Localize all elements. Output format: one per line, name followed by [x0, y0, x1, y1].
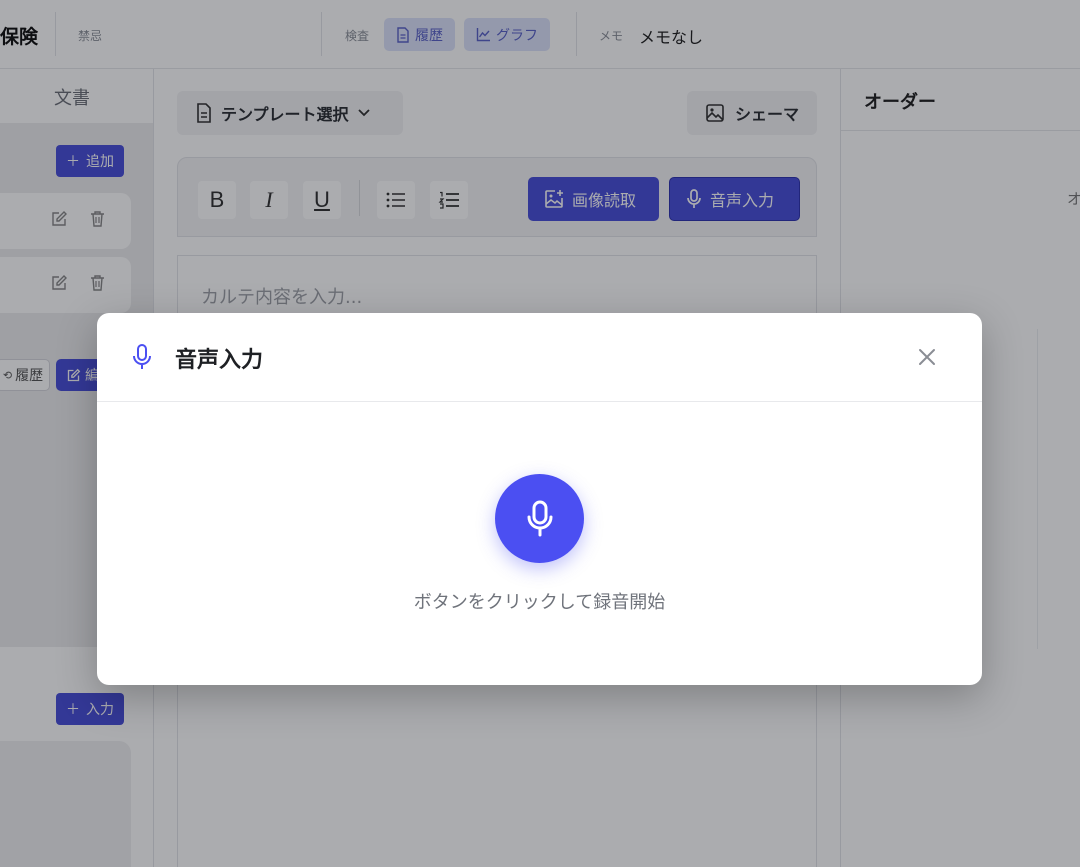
close-button[interactable]	[913, 343, 941, 371]
voice-input-dialog: 音声入力 ボタンをクリックして録音開始	[97, 313, 982, 685]
record-hint-text: ボタンをクリックして録音開始	[413, 592, 666, 613]
microphone-icon	[525, 499, 555, 539]
record-button[interactable]	[495, 474, 584, 563]
microphone-icon	[131, 343, 153, 371]
close-icon	[917, 347, 937, 367]
dialog-header: 音声入力	[97, 313, 982, 402]
dialog-title: 音声入力	[175, 348, 264, 373]
